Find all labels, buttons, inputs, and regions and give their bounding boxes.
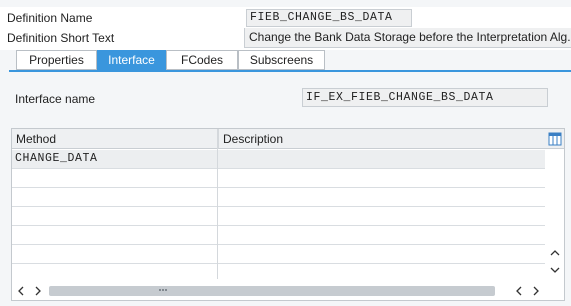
tab-fcodes[interactable]: FCodes	[166, 50, 238, 70]
column-header-method[interactable]: Method	[12, 129, 218, 149]
tab-subscreens[interactable]: Subscreens	[238, 50, 325, 70]
tab-strip-underline	[9, 70, 571, 72]
tab-interface[interactable]: Interface	[97, 50, 166, 70]
row-divider	[12, 263, 545, 264]
chevron-down-icon[interactable]	[548, 263, 562, 280]
definition-name-field[interactable]: FIEB_CHANGE_BS_DATA	[246, 9, 412, 27]
scroll-grip-icon	[158, 284, 168, 299]
interface-name-label: Interface name	[15, 92, 96, 106]
row-divider	[12, 206, 545, 207]
row-divider	[12, 225, 545, 226]
tab-properties[interactable]: Properties	[16, 50, 97, 70]
row-divider	[12, 168, 545, 169]
chevron-left-icon[interactable]	[512, 284, 526, 301]
chevron-right-icon[interactable]	[31, 284, 45, 301]
column-settings-icon	[548, 132, 562, 146]
column-header-description[interactable]: Description	[218, 129, 545, 149]
definition-name-label: Definition Name	[7, 11, 93, 25]
chevron-up-icon[interactable]	[548, 246, 562, 263]
horizontal-scroll-thumb[interactable]	[49, 286, 495, 296]
table-settings-button[interactable]	[545, 129, 564, 149]
chevron-right-icon[interactable]	[529, 284, 543, 301]
interface-name-field[interactable]: IF_EX_FIEB_CHANGE_BS_DATA	[302, 88, 548, 107]
row-divider	[12, 187, 545, 188]
row-divider	[12, 244, 545, 245]
short-text-label: Definition Short Text	[7, 31, 115, 45]
method-cell[interactable]: CHANGE_DATA	[12, 150, 217, 168]
chevron-left-icon[interactable]	[14, 284, 28, 301]
description-cell[interactable]	[218, 150, 545, 168]
short-text-field[interactable]: Change the Bank Data Storage before the …	[244, 28, 571, 48]
column-divider	[217, 129, 218, 279]
